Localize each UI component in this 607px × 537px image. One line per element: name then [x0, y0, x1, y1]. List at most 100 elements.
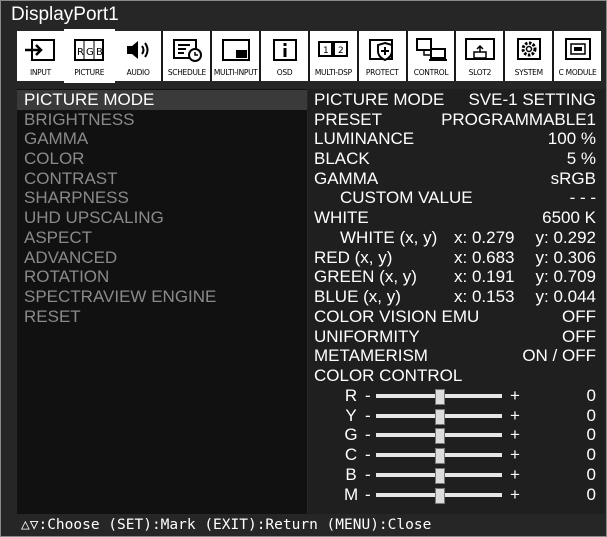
setting-label: WHITE [314, 208, 369, 227]
slider-plus: + [510, 445, 520, 464]
color-control-y[interactable]: Y - + 0 [314, 406, 596, 426]
osd-menu: DisplayPort1 INPUT RGB PICTURE AUDIO SCH… [0, 0, 607, 537]
setting-color-control: COLOR CONTROL [314, 366, 596, 386]
picture-rgb-icon: RGB [74, 39, 105, 61]
menu-item-aspect[interactable]: ASPECT [24, 228, 92, 248]
setting-label: METAMERISM [314, 346, 428, 365]
setting-white[interactable]: WHITE 6500 K [314, 208, 596, 228]
color-control-b[interactable]: B - + 0 [314, 465, 596, 485]
color-control-m[interactable]: M - + 0 [314, 485, 596, 505]
setting-white-xy[interactable]: WHITE (x, y) x: 0.279 y: 0.292 [314, 228, 596, 248]
slider-value: 0 [586, 406, 596, 425]
setting-black[interactable]: BLACK 5 % [314, 149, 596, 169]
setting-label: LUMINANCE [314, 129, 415, 148]
slider-knob[interactable] [435, 389, 445, 405]
tab-slot2[interactable]: SLOT2 [456, 31, 504, 81]
slider-knob[interactable] [435, 448, 445, 464]
tab-input[interactable]: INPUT [17, 31, 64, 81]
slider-minus: - [365, 485, 371, 504]
slider-label: M [344, 485, 359, 504]
slider-value: 0 [586, 425, 596, 444]
setting-preset[interactable]: PRESET PROGRAMMABLE1 [314, 110, 596, 130]
tab-schedule[interactable]: SCHEDULE [163, 31, 211, 81]
menu-item-rotation[interactable]: ROTATION [24, 267, 109, 287]
setting-blue-xy[interactable]: BLUE (x, y) x: 0.153 y: 0.044 [314, 287, 596, 307]
menu-item-uhd-upscaling[interactable]: UHD UPSCALING [24, 208, 164, 228]
x-value: x: 0.683 [454, 248, 515, 267]
setting-custom-value[interactable]: CUSTOM VALUE - - - [314, 188, 596, 208]
tab-system[interactable]: SYSTEM [505, 31, 553, 81]
menu-item-advanced[interactable]: ADVANCED [24, 248, 117, 268]
input-source-title: DisplayPort1 [11, 4, 119, 25]
slider-label: B [345, 465, 357, 484]
setting-gamma[interactable]: GAMMA sRGB [314, 169, 596, 189]
slider-knob[interactable] [435, 428, 445, 444]
menu-item-reset[interactable]: RESET [24, 307, 81, 327]
setting-picture-mode[interactable]: PICTURE MODE SVE-1 SETTING [314, 90, 596, 110]
slider-track[interactable] [376, 389, 502, 405]
setting-color-vision-emu[interactable]: COLOR VISION EMU OFF [314, 307, 596, 327]
setting-value: PROGRAMMABLE1 [441, 110, 596, 129]
slider-track[interactable] [376, 468, 502, 484]
menu-item-color[interactable]: COLOR [24, 149, 84, 169]
setting-luminance[interactable]: LUMINANCE 100 % [314, 129, 596, 149]
menu-item-sharpness[interactable]: SHARPNESS [24, 188, 129, 208]
setting-red-xy[interactable]: RED (x, y) x: 0.683 y: 0.306 [314, 248, 596, 268]
slider-plus: + [510, 425, 520, 444]
shield-icon [369, 39, 394, 62]
setting-label: GREEN (x, y) [314, 267, 417, 286]
setting-label: BLUE (x, y) [314, 287, 401, 306]
slider-track[interactable] [376, 488, 502, 504]
setting-label: WHITE (x, y) [340, 228, 438, 247]
setting-value: sRGB [550, 169, 596, 188]
gear-icon [516, 38, 541, 60]
menu-item-contrast[interactable]: CONTRAST [24, 169, 118, 189]
slider-knob[interactable] [435, 488, 445, 504]
slider-minus: - [365, 406, 371, 425]
setting-metamerism[interactable]: METAMERISM ON / OFF [314, 346, 596, 366]
menu-item-picture-mode[interactable]: PICTURE MODE [24, 90, 154, 110]
setting-value: SVE-1 SETTING [468, 90, 596, 109]
tab-c-module[interactable]: C MODULE [554, 31, 601, 81]
setting-label: COLOR VISION EMU [314, 307, 480, 326]
color-control-r[interactable]: R - + 0 [314, 386, 596, 406]
setting-green-xy[interactable]: GREEN (x, y) x: 0.191 y: 0.709 [314, 267, 596, 287]
tab-osd[interactable]: OSD [261, 31, 308, 81]
color-control-c[interactable]: C - + 0 [314, 445, 596, 465]
tab-multi-dsp-label: MULTI-DSP [314, 68, 352, 77]
slider-value: 0 [586, 485, 596, 504]
setting-label: BLACK [314, 149, 370, 168]
y-value: y: 0.292 [535, 228, 597, 247]
tab-slot2-label: SLOT2 [468, 68, 492, 77]
slider-track[interactable] [376, 448, 502, 464]
slider-track[interactable] [376, 428, 502, 444]
tab-control[interactable]: CONTROL [407, 31, 455, 81]
svg-text:1: 1 [323, 46, 329, 56]
setting-uniformity[interactable]: UNIFORMITY OFF [314, 327, 596, 347]
menu-item-spectraview-engine[interactable]: SPECTRAVIEW ENGINE [24, 287, 216, 307]
svg-text:2: 2 [338, 46, 344, 56]
setting-value: OFF [562, 327, 596, 346]
compute-module-icon [564, 38, 591, 60]
picture-settings-panel: PICTURE MODE SVE-1 SETTING PRESET PROGRA… [308, 89, 605, 514]
input-icon [25, 39, 56, 61]
color-control-g[interactable]: G - + 0 [314, 425, 596, 445]
tab-audio[interactable]: AUDIO [114, 31, 162, 81]
tab-control-label: CONTROL [413, 68, 449, 77]
setting-label: UNIFORMITY [314, 327, 420, 346]
slider-value: 0 [586, 445, 596, 464]
tab-multi-input[interactable]: MULTI-INPUT [212, 31, 260, 81]
picture-menu-list: PICTURE MODE BRIGHTNESS GAMMA COLOR CONT… [17, 89, 307, 514]
slider-knob[interactable] [435, 468, 445, 484]
menu-item-brightness[interactable]: BRIGHTNESS [24, 110, 135, 130]
slider-value: 0 [586, 465, 596, 484]
tab-multi-dsp[interactable]: 12 MULTI-DSP [309, 31, 357, 81]
tab-picture[interactable]: RGB PICTURE [63, 29, 115, 83]
tab-protect-label: PROTECT [365, 68, 399, 77]
x-value: x: 0.153 [454, 287, 515, 306]
menu-item-gamma[interactable]: GAMMA [24, 129, 88, 149]
svg-text:B: B [96, 47, 103, 58]
slider-track[interactable] [376, 409, 502, 425]
slider-knob[interactable] [435, 409, 445, 425]
tab-protect[interactable]: PROTECT [358, 31, 406, 81]
